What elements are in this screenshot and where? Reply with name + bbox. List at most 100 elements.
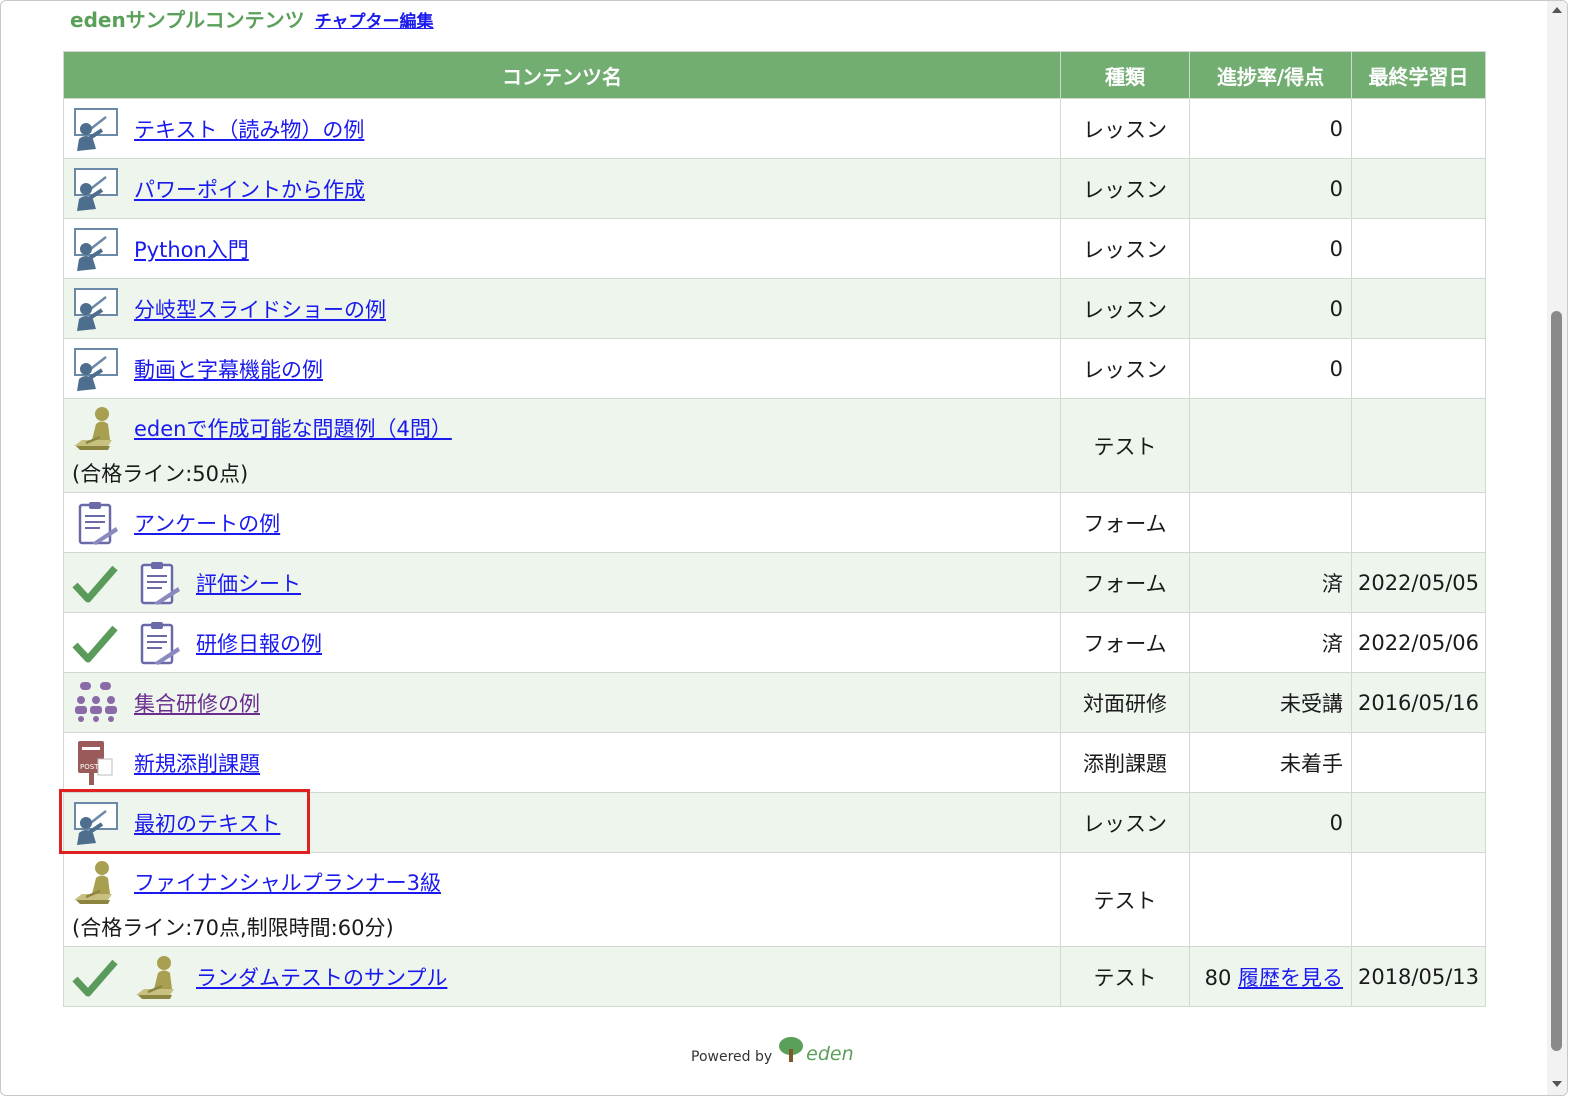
table-row: テキスト（読み物）の例 レッスン 0 — [63, 98, 1486, 159]
scroll-down-icon[interactable] — [1552, 1081, 1562, 1087]
content-name-cell: 集合研修の例 — [63, 672, 1061, 733]
content-link[interactable]: ランダムテストのサンプル — [196, 962, 447, 992]
last-study-date-cell: 2018/05/13 — [1351, 946, 1486, 1007]
score-value: 済 — [1322, 571, 1343, 596]
last-study-date-cell: 2022/05/05 — [1351, 552, 1486, 613]
progress-score-cell: 0 — [1189, 158, 1352, 219]
content-link[interactable]: edenで作成可能な問題例（4問） — [134, 413, 452, 443]
table-row: ファイナンシャルプランナー3級 (合格ライン:70点,制限時間:60分) テスト — [63, 852, 1486, 947]
content-link[interactable]: テキスト（読み物）の例 — [134, 114, 364, 144]
content-type-cell: 対面研修 — [1060, 672, 1190, 733]
content-name-cell: Python入門 — [63, 218, 1061, 279]
content-type-cell: レッスン — [1060, 218, 1190, 279]
content-link[interactable]: 最初のテキスト — [134, 808, 280, 838]
column-header-type: 種類 — [1060, 51, 1190, 99]
content-type-cell: レッスン — [1060, 158, 1190, 219]
lesson-icon — [72, 105, 120, 153]
table-row: 集合研修の例 対面研修 未受講 2016/05/16 — [63, 672, 1486, 733]
content-type-cell: レッスン — [1060, 278, 1190, 339]
lesson-icon — [72, 225, 120, 273]
content-link[interactable]: 分岐型スライドショーの例 — [134, 294, 386, 324]
content-link[interactable]: 動画と字幕機能の例 — [134, 354, 323, 384]
content-name-cell: edenで作成可能な問題例（4問） (合格ライン:50点) — [63, 398, 1061, 493]
content-link[interactable]: 新規添削課題 — [134, 748, 260, 778]
test-icon — [72, 858, 120, 906]
content-link[interactable]: ファイナンシャルプランナー3級 — [134, 867, 441, 897]
score-value: 0 — [1329, 810, 1343, 835]
progress-score-cell: 済 — [1189, 552, 1352, 613]
content-type-cell: レッスン — [1060, 338, 1190, 399]
content-name-cell: 動画と字幕機能の例 — [63, 338, 1061, 399]
chapter-header: edenサンプルコンテンツ チャプター編集 — [70, 4, 434, 32]
progress-score-cell: 0 — [1189, 278, 1352, 339]
score-value: 80 — [1204, 965, 1232, 990]
table-row: 分岐型スライドショーの例 レッスン 0 — [63, 278, 1486, 339]
column-header-progress: 進捗率/得点 — [1189, 51, 1352, 99]
eden-logo-text: eden — [806, 1043, 854, 1065]
content-link[interactable]: Python入門 — [134, 234, 249, 264]
score-value: 0 — [1329, 296, 1343, 321]
table-row: 最初のテキスト レッスン 0 — [63, 792, 1486, 853]
content-type-cell: テスト — [1060, 946, 1190, 1007]
completed-check-icon — [72, 623, 118, 663]
progress-score-cell — [1189, 492, 1352, 553]
lesson-icon — [72, 345, 120, 393]
score-value: 未受講 — [1280, 691, 1343, 716]
last-study-date-cell — [1351, 852, 1486, 947]
column-header-name: コンテンツ名 — [63, 51, 1061, 99]
form-icon — [72, 499, 120, 547]
table-row: edenで作成可能な問題例（4問） (合格ライン:50点) テスト — [63, 398, 1486, 493]
content-link[interactable]: 評価シート — [196, 568, 301, 598]
table-header-row: コンテンツ名 種類 進捗率/得点 最終学習日 — [63, 51, 1486, 99]
score-value: 0 — [1329, 116, 1343, 141]
content-name-cell: アンケートの例 — [63, 492, 1061, 553]
content-link[interactable]: アンケートの例 — [134, 508, 280, 538]
last-study-date-cell — [1351, 98, 1486, 159]
score-value: 未着手 — [1280, 751, 1343, 776]
lesson-icon — [72, 165, 120, 213]
eden-tree-icon — [779, 1037, 804, 1062]
score-value: 0 — [1329, 236, 1343, 261]
score-value: 済 — [1322, 631, 1343, 656]
completed-check-icon — [72, 957, 118, 997]
last-study-date-cell: 2016/05/16 — [1351, 672, 1486, 733]
vertical-scrollbar[interactable] — [1547, 1, 1567, 1095]
table-row: パワーポイントから作成 レッスン 0 — [63, 158, 1486, 219]
last-study-date-cell — [1351, 732, 1486, 793]
content-link[interactable]: パワーポイントから作成 — [134, 174, 365, 204]
content-link[interactable]: 集合研修の例 — [134, 688, 260, 718]
content-name-cell: ファイナンシャルプランナー3級 (合格ライン:70点,制限時間:60分) — [63, 852, 1061, 947]
content-type-cell: 添削課題 — [1060, 732, 1190, 793]
last-study-date-cell — [1351, 792, 1486, 853]
contents-table: コンテンツ名 種類 進捗率/得点 最終学習日 テキスト（読み物）の例 レッスン 0 パ… — [63, 51, 1486, 1007]
column-header-last-date: 最終学習日 — [1351, 51, 1486, 99]
table-row: ランダムテストのサンプル テスト 80 履歴を見る 2018/05/13 — [63, 946, 1486, 1007]
content-name-cell: 研修日報の例 — [63, 612, 1061, 673]
content-type-cell: テスト — [1060, 398, 1190, 493]
form-icon — [134, 619, 182, 667]
progress-score-cell: 0 — [1189, 792, 1352, 853]
content-link[interactable]: 研修日報の例 — [196, 628, 322, 658]
view-history-link[interactable]: 履歴を見る — [1238, 966, 1343, 990]
content-name-cell: テキスト（読み物）の例 — [63, 98, 1061, 159]
table-row: 動画と字幕機能の例 レッスン 0 — [63, 338, 1486, 399]
completed-check-icon — [72, 563, 118, 603]
progress-score-cell: 済 — [1189, 612, 1352, 673]
progress-score-cell: 80 履歴を見る — [1189, 946, 1352, 1007]
form-icon — [134, 559, 182, 607]
content-name-cell: ランダムテストのサンプル — [63, 946, 1061, 1007]
table-row: アンケートの例 フォーム — [63, 492, 1486, 553]
svg-text:POST: POST — [80, 763, 99, 771]
score-value: 0 — [1329, 176, 1343, 201]
last-study-date-cell: 2022/05/06 — [1351, 612, 1486, 673]
table-row: 研修日報の例 フォーム 済 2022/05/06 — [63, 612, 1486, 673]
scrollbar-thumb[interactable] — [1551, 311, 1562, 1051]
score-value: 0 — [1329, 356, 1343, 381]
pass-line-note: (合格ライン:70点,制限時間:60分) — [72, 915, 394, 940]
scroll-up-icon[interactable] — [1552, 7, 1562, 13]
group-training-icon — [72, 679, 120, 727]
last-study-date-cell — [1351, 398, 1486, 493]
powered-by-footer: Powered by eden — [691, 1035, 854, 1065]
chapter-edit-link[interactable]: チャプター編集 — [315, 7, 434, 32]
content-type-cell: レッスン — [1060, 792, 1190, 853]
